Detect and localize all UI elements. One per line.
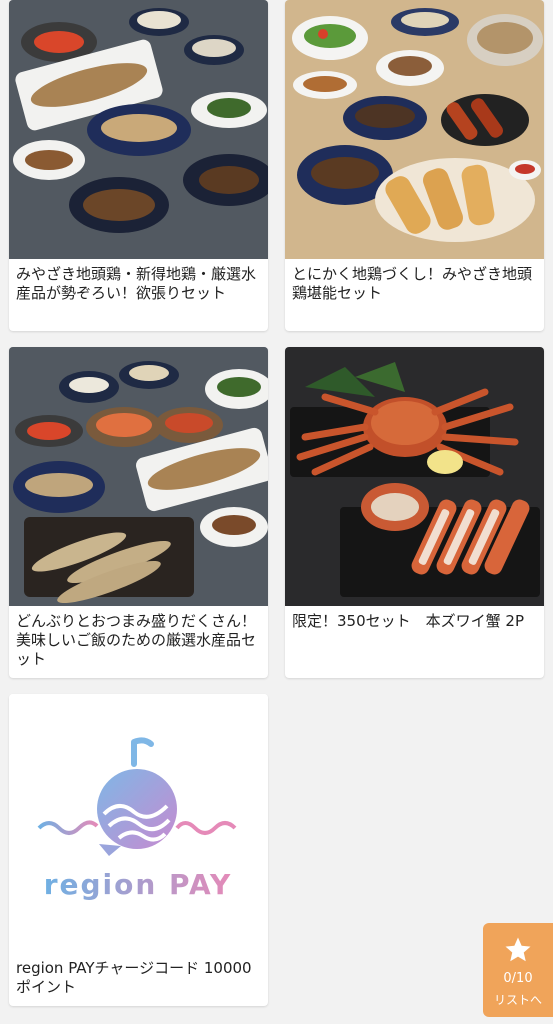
product-card[interactable]: region PAY region PAYチャージコード 10000ポイント <box>9 694 268 1006</box>
product-title[interactable]: 限定！350セット 本ズワイ蟹 2P <box>285 606 544 631</box>
product-card[interactable]: どんぶりとおつまみ盛りだくさん！美味しいご飯のための厳選水産品セット <box>9 347 268 678</box>
product-image[interactable] <box>9 0 268 259</box>
product-title[interactable]: region PAYチャージコード 10000ポイント <box>9 953 268 997</box>
product-image[interactable] <box>285 347 544 606</box>
product-title[interactable]: みやざき地頭鶏・新得地鶏・厳選水産品が勢ぞろい！欲張りセット <box>9 259 268 303</box>
product-card[interactable]: 限定！350セット 本ズワイ蟹 2P <box>285 347 544 678</box>
favorites-list-button[interactable]: 0/10 リストへ <box>483 923 553 1017</box>
star-icon <box>503 935 533 969</box>
logo-text: region PAY <box>44 868 233 901</box>
product-card[interactable]: とにかく地鶏づくし！みやざき地頭鶏堪能セット <box>285 0 544 331</box>
product-title[interactable]: とにかく地鶏づくし！みやざき地頭鶏堪能セット <box>285 259 544 303</box>
favorites-count: 0/10 <box>503 971 533 986</box>
product-title[interactable]: どんぶりとおつまみ盛りだくさん！美味しいご飯のための厳選水産品セット <box>9 606 268 669</box>
product-image[interactable]: region PAY <box>9 694 268 953</box>
product-card[interactable]: みやざき地頭鶏・新得地鶏・厳選水産品が勢ぞろい！欲張りセット <box>9 0 268 331</box>
favorites-label: リストへ <box>493 993 542 1007</box>
region-pay-logo: region PAY <box>37 737 237 901</box>
product-image[interactable] <box>9 347 268 606</box>
product-image[interactable] <box>285 0 544 259</box>
